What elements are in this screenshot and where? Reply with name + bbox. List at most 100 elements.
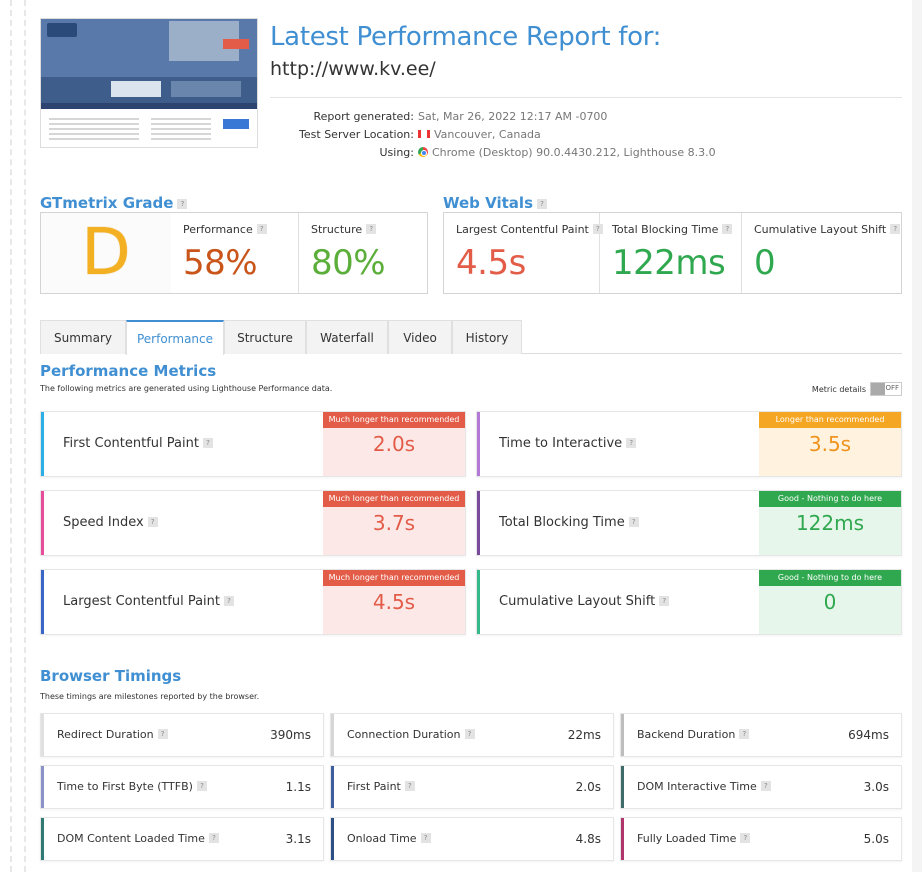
help-icon[interactable]: ?	[196, 781, 207, 791]
tab-video[interactable]: Video	[388, 320, 452, 354]
metric-value: 4.5s	[372, 590, 416, 614]
status-badge: Good - Nothing to do here	[759, 491, 901, 507]
help-icon[interactable]: ?	[366, 224, 377, 234]
help-icon[interactable]: ?	[739, 729, 750, 739]
browser-timings-title: Browser Timings	[40, 667, 182, 685]
browser-timings-subtitle: These timings are milestones reported by…	[40, 692, 260, 701]
vitals-panel: Largest Contentful Paint? 4.5s Total Blo…	[443, 212, 902, 294]
help-icon[interactable]: ?	[659, 596, 670, 606]
metric-card-fcp: First Contentful Paint? Much longer than…	[40, 411, 466, 477]
help-icon[interactable]: ?	[537, 199, 547, 209]
gtmetrix-grade-title: GTmetrix Grade?	[40, 194, 428, 212]
report-page: Latest Performance Report for: http://ww…	[40, 0, 902, 861]
timing-ttfb: Time to First Byte (TTFB)? 1.1s	[40, 765, 324, 809]
status-badge: Longer than recommended	[759, 412, 901, 428]
tab-waterfall[interactable]: Waterfall	[306, 320, 388, 354]
timing-value: 2.0s	[575, 780, 601, 794]
tab-history[interactable]: History	[452, 320, 522, 354]
scrollbar-track[interactable]	[912, 0, 922, 872]
cls-value: 0	[754, 243, 776, 283]
timing-value: 694ms	[848, 728, 889, 742]
help-icon[interactable]: ?	[224, 596, 235, 606]
metric-card-lcp: Largest Contentful Paint? Much longer th…	[40, 569, 466, 635]
lcp-cell: Largest Contentful Paint? 4.5s	[444, 213, 603, 293]
help-icon[interactable]: ?	[464, 729, 475, 739]
toggle-switch[interactable]: OFF	[870, 382, 902, 396]
help-icon[interactable]: ?	[256, 224, 267, 234]
timing-value: 3.0s	[863, 780, 889, 794]
left-gutter	[10, 0, 26, 872]
report-tabs: Summary Performance Structure Waterfall …	[40, 320, 902, 355]
grade-panel: D Performance? 58% Structure? 80%	[40, 212, 428, 294]
timing-connection-duration: Connection Duration? 22ms	[330, 713, 614, 757]
help-icon[interactable]: ?	[177, 199, 188, 209]
metric-card-tbt: Total Blocking Time? Good - Nothing to d…	[476, 490, 902, 556]
timing-value: 5.0s	[863, 832, 889, 846]
tbt-value: 122ms	[612, 243, 726, 283]
structure-score: 80%	[311, 243, 386, 283]
help-icon[interactable]: ?	[420, 833, 431, 843]
structure-score-cell: Structure? 80%	[311, 223, 386, 283]
cls-cell: Cumulative Layout Shift? 0	[742, 213, 901, 293]
metric-value-box: Good - Nothing to do here 0	[759, 570, 901, 634]
performance-metrics-title: Performance Metrics	[40, 362, 217, 380]
tbt-cell: Total Blocking Time? 122ms	[600, 213, 742, 293]
help-icon[interactable]: ?	[628, 517, 639, 527]
report-url[interactable]: http://www.kv.ee/	[270, 58, 436, 80]
status-badge: Much longer than recommended	[323, 412, 465, 428]
chrome-icon	[418, 147, 428, 157]
timing-first-paint: First Paint? 2.0s	[330, 765, 614, 809]
timing-fully-loaded: Fully Loaded Time? 5.0s	[620, 817, 902, 861]
metric-value-box: Longer than recommended 3.5s	[759, 412, 901, 476]
browser-timings-header: Browser Timings These timings are milest…	[40, 667, 902, 701]
site-logo	[47, 23, 77, 37]
metric-value: 3.7s	[372, 511, 416, 535]
gtmetrix-grade-section: GTmetrix Grade? D Performance? 58% Struc…	[40, 194, 428, 294]
timing-value: 22ms	[567, 728, 601, 742]
meta-using: Using: Chrome (Desktop) 90.0.4430.212, L…	[379, 146, 716, 159]
page-screenshot-thumbnail[interactable]	[40, 18, 258, 148]
performance-score: 58%	[183, 243, 258, 283]
metric-value: 0	[823, 590, 837, 614]
metric-details-toggle[interactable]: Metric details OFF	[812, 382, 902, 396]
web-vitals-section: Web Vitals? Largest Contentful Paint? 4.…	[443, 194, 902, 294]
metric-value: 122ms	[795, 511, 865, 535]
lcp-value: 4.5s	[456, 243, 526, 283]
status-badge: Good - Nothing to do here	[759, 570, 901, 586]
timing-redirect-duration: Redirect Duration? 390ms	[40, 713, 324, 757]
meta-report-generated: Report generated: Sat, Mar 26, 2022 12:1…	[313, 110, 608, 123]
help-icon[interactable]: ?	[202, 438, 213, 448]
help-icon[interactable]: ?	[626, 438, 637, 448]
timing-backend-duration: Backend Duration? 694ms	[620, 713, 902, 757]
status-badge: Much longer than recommended	[323, 570, 465, 586]
help-icon[interactable]: ?	[760, 781, 771, 791]
metric-value-box: Much longer than recommended 2.0s	[323, 412, 465, 476]
metric-value: 2.0s	[372, 432, 416, 456]
help-icon[interactable]: ?	[147, 517, 158, 527]
help-icon[interactable]: ?	[404, 781, 415, 791]
tab-structure[interactable]: Structure	[224, 320, 306, 354]
timing-dom-interactive: DOM Interactive Time? 3.0s	[620, 765, 902, 809]
web-vitals-title: Web Vitals?	[443, 194, 902, 212]
status-badge: Much longer than recommended	[323, 491, 465, 507]
report-title: Latest Performance Report for:	[270, 22, 662, 52]
metric-value-box: Good - Nothing to do here 122ms	[759, 491, 901, 555]
metric-card-speed-index: Speed Index? Much longer than recommende…	[40, 490, 466, 556]
performance-metrics-header: Performance Metrics The following metric…	[40, 362, 902, 396]
help-icon[interactable]: ?	[722, 224, 733, 234]
tab-performance[interactable]: Performance	[126, 320, 224, 355]
help-icon[interactable]: ?	[890, 224, 901, 234]
metric-value-box: Much longer than recommended 3.7s	[323, 491, 465, 555]
help-icon[interactable]: ?	[740, 833, 751, 843]
header-divider	[270, 97, 902, 98]
grade-letter: D	[41, 213, 171, 293]
timing-value: 390ms	[270, 728, 311, 742]
tab-summary[interactable]: Summary	[40, 320, 126, 354]
help-icon[interactable]: ?	[157, 729, 168, 739]
timing-value: 4.8s	[575, 832, 601, 846]
help-icon[interactable]: ?	[208, 833, 219, 843]
meta-server-location: Test Server Location: Vancouver, Canada	[299, 128, 541, 141]
timing-value: 1.1s	[285, 780, 311, 794]
performance-score-cell: Performance? 58%	[171, 213, 299, 293]
metric-card-tti: Time to Interactive? Longer than recomme…	[476, 411, 902, 477]
